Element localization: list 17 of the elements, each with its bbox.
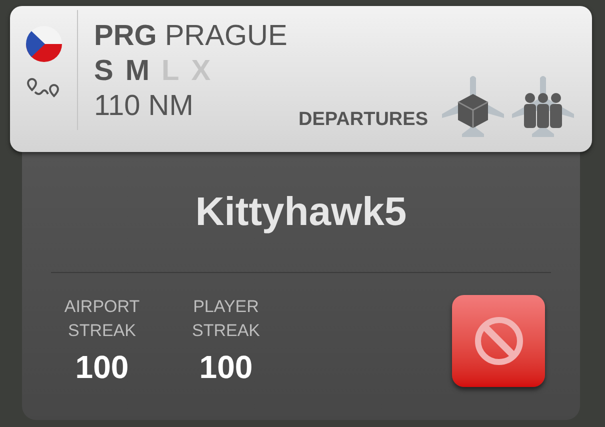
prohibited-icon bbox=[472, 315, 524, 367]
stat-value: 100 bbox=[75, 351, 129, 383]
route-icon bbox=[26, 77, 62, 99]
passenger-plane-icon bbox=[510, 74, 576, 140]
aircraft-size: S bbox=[94, 57, 114, 86]
player-name: Kittyhawk5 bbox=[195, 192, 407, 232]
cargo-plane-icon bbox=[440, 74, 506, 140]
airport-code: PRG bbox=[94, 22, 157, 51]
stat-label: PLAYER STREAK bbox=[190, 296, 262, 342]
airport-name: PRAGUE bbox=[164, 22, 288, 51]
stat-label: AIRPORT STREAK bbox=[63, 296, 141, 342]
block-button[interactable] bbox=[452, 295, 545, 387]
flag-icon bbox=[24, 25, 62, 63]
departures-label: DEPARTURES bbox=[298, 108, 428, 132]
aircraft-size: M bbox=[125, 57, 150, 86]
distance: 110 NM bbox=[94, 92, 194, 121]
stat-value: 100 bbox=[199, 351, 253, 383]
